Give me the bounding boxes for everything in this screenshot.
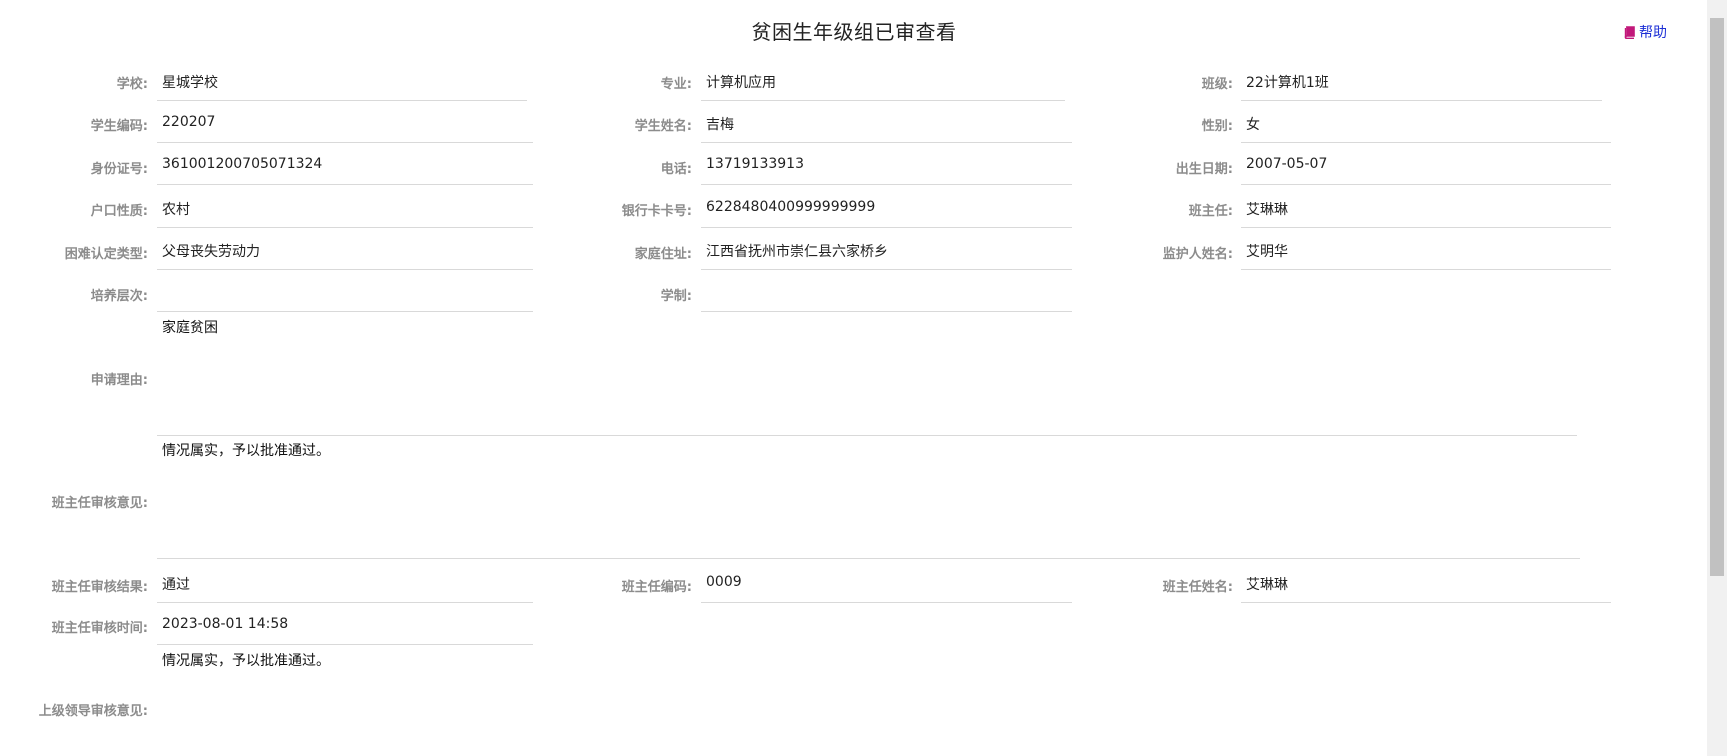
head-teacher-field: 艾琳琳: [1241, 187, 1611, 228]
gender-field: 女: [1241, 102, 1611, 143]
reviewer-name-label: 班主任姓名:: [1162, 580, 1233, 595]
household-type-label: 户口性质:: [90, 204, 148, 219]
head-teacher-opinion-box: 情况属实，予以批准通过。: [157, 438, 1580, 559]
reviewer-code-label: 班主任编码:: [621, 580, 692, 595]
application-reason-box: 家庭贫困: [157, 315, 1577, 436]
id-number-label: 身份证号:: [90, 162, 148, 177]
review-result-field: 通过: [157, 562, 533, 603]
student-code-field: 220207: [157, 102, 533, 143]
birth-date-label: 出生日期:: [1175, 162, 1233, 177]
help-label: 帮助: [1639, 25, 1667, 41]
page-scrollbar[interactable]: [1707, 0, 1727, 756]
review-time-label: 班主任审核时间:: [51, 621, 148, 636]
guardian-name-field: 艾明华: [1241, 229, 1611, 270]
home-address-field: 江西省抚州市崇仁县六家桥乡: [701, 229, 1072, 270]
head-teacher-opinion-label: 班主任审核意见:: [51, 496, 148, 511]
difficulty-type-label: 困难认定类型:: [64, 247, 148, 262]
student-name-label: 学生姓名:: [634, 119, 692, 134]
student-code-label: 学生编码:: [90, 119, 148, 134]
head-teacher-label: 班主任:: [1188, 204, 1233, 219]
reviewer-code-field: 0009: [701, 562, 1072, 603]
application-reason-label: 申请理由:: [90, 373, 148, 388]
scrollbar-thumb[interactable]: [1710, 18, 1724, 576]
guardian-name-label: 监护人姓名:: [1162, 247, 1233, 262]
difficulty-type-field: 父母丧失劳动力: [157, 229, 533, 270]
training-level-label: 培养层次:: [90, 289, 148, 304]
student-name-field: 吉梅: [701, 102, 1072, 143]
school-system-label: 学制:: [660, 289, 692, 304]
phone-field: 13719133913: [701, 144, 1072, 185]
gender-label: 性别:: [1201, 119, 1233, 134]
school-field: 星城学校: [157, 60, 527, 101]
birth-date-field: 2007-05-07: [1241, 144, 1611, 185]
household-type-field: 农村: [157, 187, 533, 228]
major-field: 计算机应用: [701, 60, 1065, 101]
reviewer-name-field: 艾琳琳: [1241, 562, 1611, 603]
home-address-label: 家庭住址:: [634, 247, 692, 262]
class-field: 22计算机1班: [1241, 60, 1602, 101]
book-icon: [1624, 25, 1635, 39]
bank-card-label: 银行卡卡号:: [621, 204, 692, 219]
phone-label: 电话:: [660, 162, 692, 177]
bank-card-field: 6228480400999999999: [701, 187, 1072, 228]
review-result-label: 班主任审核结果:: [51, 580, 148, 595]
id-number-field: 361001200705071324: [157, 144, 533, 185]
page: 贫困生年级组已审查看 帮助 学校: 星城学校 专业: 计算机应用 班级: 22计…: [0, 0, 1727, 756]
class-label: 班级:: [1201, 77, 1233, 92]
leader-opinion-box: 情况属实，予以批准通过。: [162, 653, 330, 669]
review-time-field: 2023-08-01 14:58: [157, 604, 533, 645]
major-label: 专业:: [660, 77, 692, 92]
school-system-field: [701, 271, 1072, 312]
school-label: 学校:: [116, 77, 148, 92]
page-title: 贫困生年级组已审查看: [751, 20, 957, 44]
help-link[interactable]: 帮助: [1624, 22, 1667, 42]
leader-opinion-label: 上级领导审核意见:: [38, 704, 148, 719]
training-level-field: [157, 271, 533, 312]
